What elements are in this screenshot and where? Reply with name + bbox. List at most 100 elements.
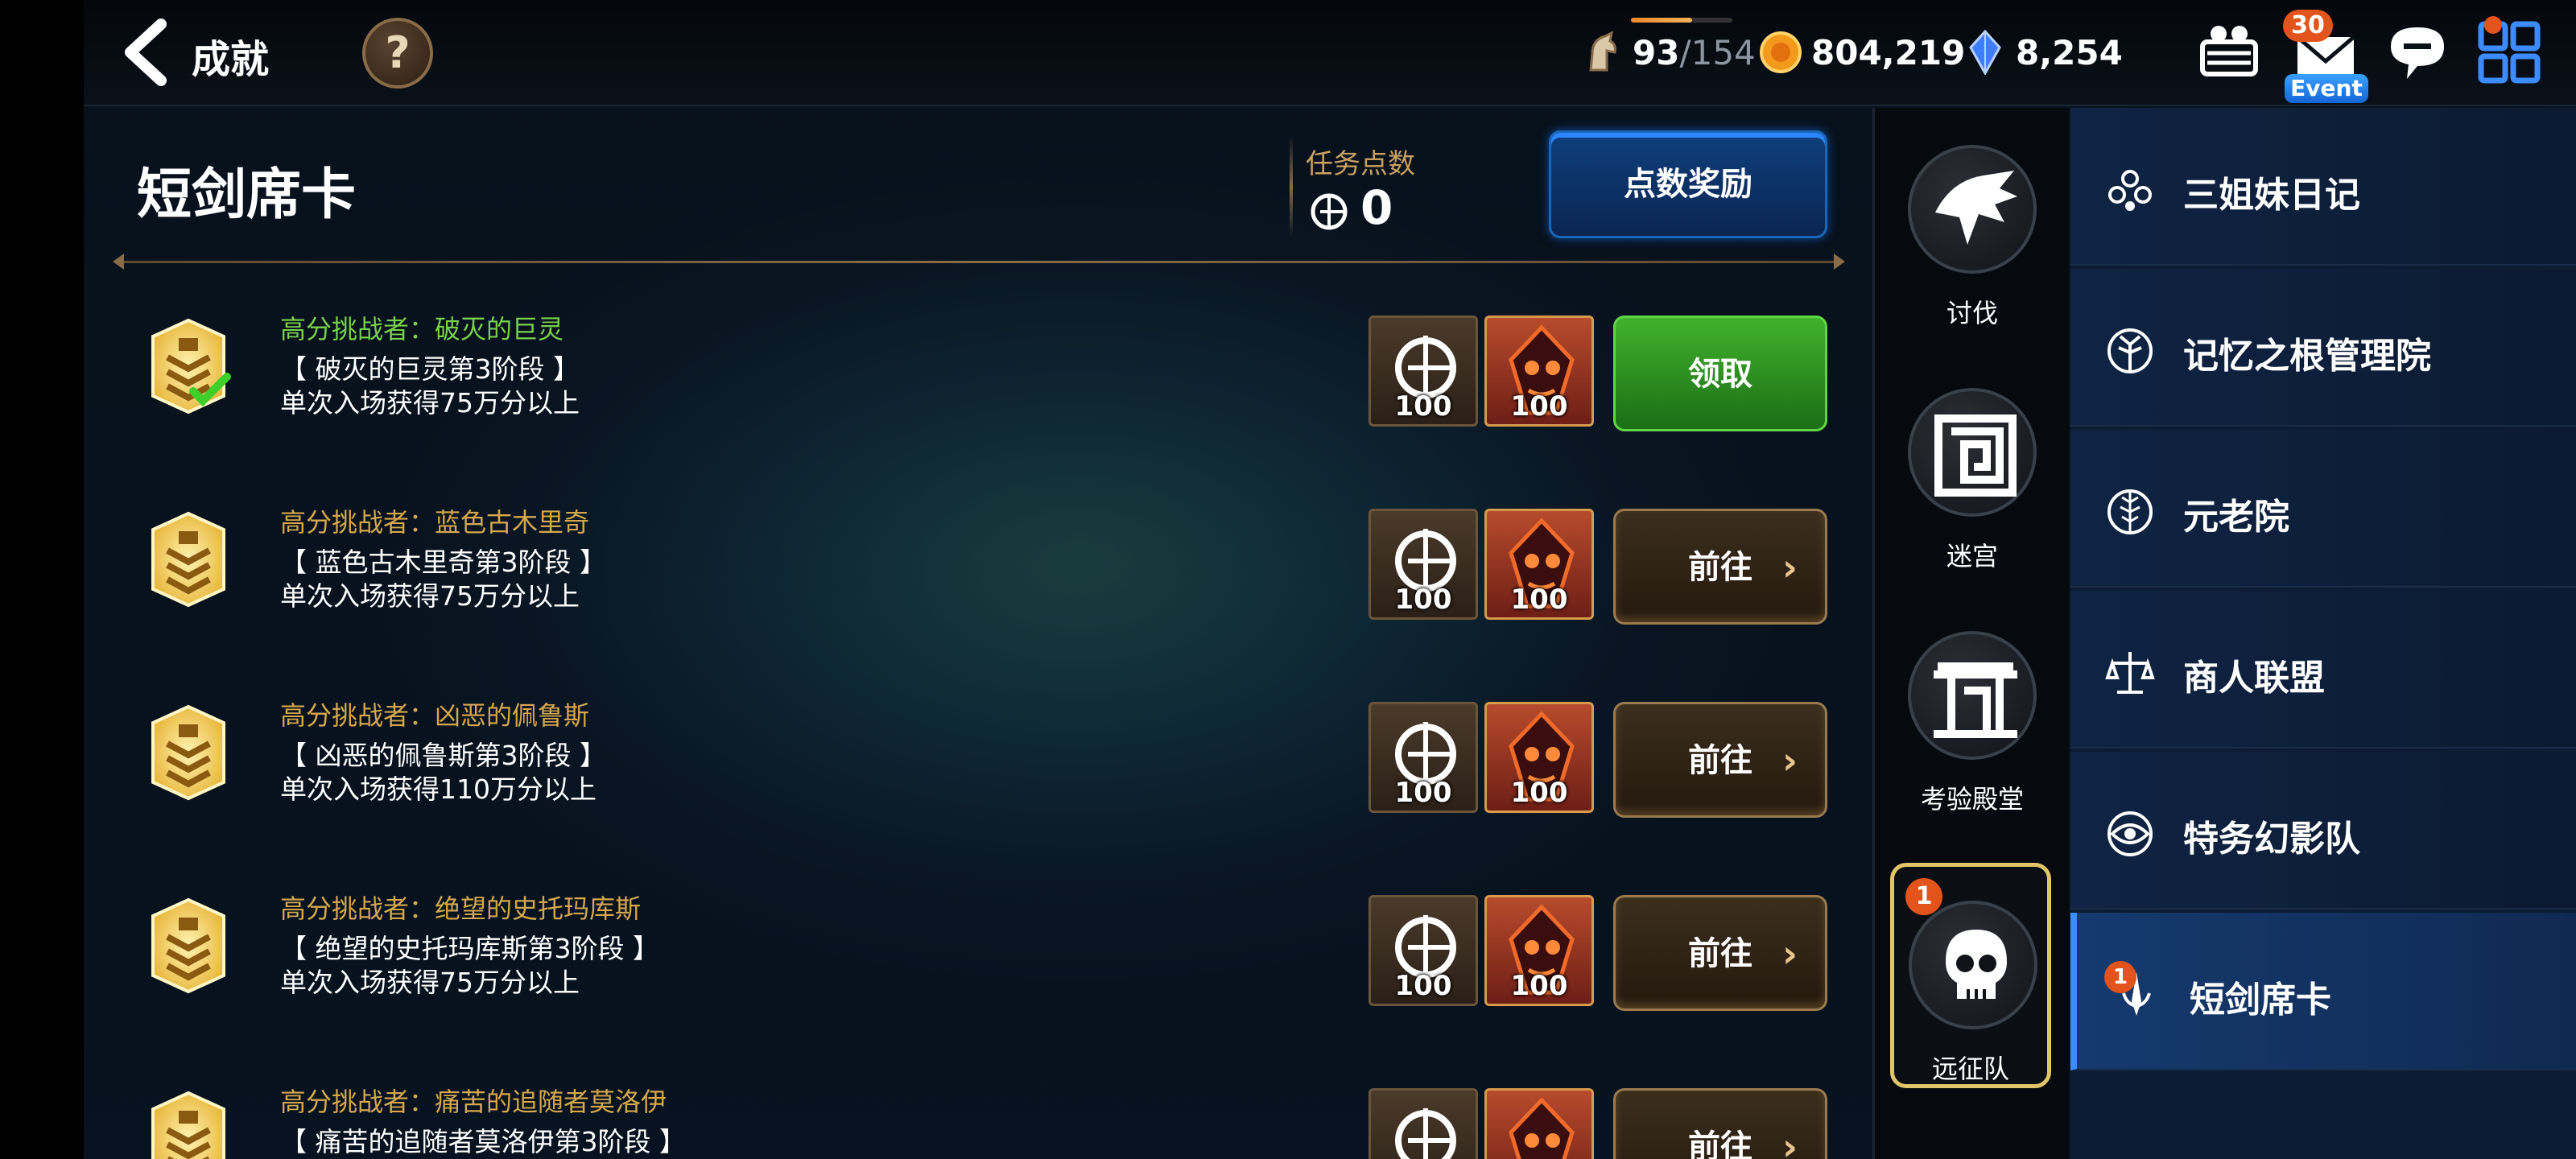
reward-gem-qty: 100: [1510, 390, 1568, 423]
category-badge: 1: [1905, 878, 1942, 915]
go-button[interactable]: 前往 ›: [1613, 509, 1827, 625]
reward-points-qty: 100: [1394, 390, 1452, 423]
reward-gem-item[interactable]: 100: [1484, 702, 1594, 813]
reward-gem-qty: 100: [1510, 777, 1568, 809]
point-icon: [1311, 193, 1348, 230]
reward-gem-qty: 100: [1510, 584, 1568, 616]
rank-badge-icon: [143, 510, 233, 608]
quest-condition: 单次入场获得75万分以上: [280, 580, 580, 612]
sub-category-list: 三姐妹日记 记忆之根管理院 元老院 商人联盟 特务幻影队 短剑席卡 1: [2070, 108, 2576, 1159]
quest-row: 高分挑战者：破灭的巨灵 【 破灭的巨灵第3阶段 】 单次入场获得75万分以上 1…: [121, 293, 1835, 438]
claim-button[interactable]: 领取: [1613, 316, 1827, 431]
category-circle: [1908, 631, 2037, 760]
go-button[interactable]: 前往 ›: [1613, 702, 1827, 818]
friends-icon[interactable]: [2194, 18, 2264, 87]
rank-badge-icon: [143, 703, 233, 802]
crystal-counter[interactable]: 8,254: [1963, 24, 2123, 80]
reward-points-qty: 100: [1394, 584, 1452, 616]
reward-points-item[interactable]: 100: [1368, 702, 1478, 813]
stamina-current: 93: [1633, 32, 1680, 72]
reward-gem-item[interactable]: 100: [1484, 509, 1594, 620]
help-button[interactable]: ?: [362, 18, 433, 89]
quest-row: 高分挑战者：凶恶的佩鲁斯 【 凶恶的佩鲁斯第3阶段 】 单次入场获得110万分以…: [121, 679, 1835, 824]
quest-stage: 【 痛苦的追随者莫洛伊第3阶段 】: [280, 1126, 686, 1157]
chat-icon[interactable]: [2383, 18, 2452, 87]
sub-item[interactable]: 特务幻影队: [2070, 752, 2576, 909]
gold-counter[interactable]: 804,219: [1758, 24, 1965, 80]
reward-gem-item[interactable]: 100: [1484, 895, 1594, 1006]
quest-stage: 【 凶恶的佩鲁斯第3阶段 】: [280, 740, 606, 771]
quest-condition: 单次入场获得110万分以上: [280, 773, 597, 805]
category-circle: [1908, 145, 2037, 274]
go-button[interactable]: 前往 ›: [1613, 1088, 1827, 1159]
action-label: 前往: [1688, 549, 1752, 586]
eye-emblem-icon: [2107, 811, 2153, 856]
reward-points-item[interactable]: 100: [1368, 509, 1478, 620]
game-screen: 成就 ? 93/154 804,219 8,254 30 Event 短剑席卡 …: [0, 0, 2576, 1159]
mail-count-badge: 30: [2283, 10, 2333, 42]
quest-title: 高分挑战者：破灭的巨灵: [280, 314, 564, 344]
tree-emblem-icon: [2107, 328, 2153, 373]
rank-badge-icon: [143, 1090, 233, 1159]
category-dragon[interactable]: 讨伐: [1874, 111, 2070, 336]
sub-item-label: 短剑席卡: [2190, 980, 2331, 1021]
reward-points-item[interactable]: 100: [1368, 1088, 1478, 1159]
quest-row: 高分挑战者：蓝色古木里奇 【 蓝色古木里奇第3阶段 】 单次入场获得75万分以上…: [121, 486, 1835, 631]
scales-icon: [2105, 652, 2155, 694]
quest-condition: 单次入场获得75万分以上: [280, 967, 580, 998]
points-label: 任务点数: [1306, 148, 1415, 180]
reward-points-item[interactable]: 100: [1368, 316, 1478, 427]
stamina-horse-icon: [1589, 31, 1616, 72]
quest-condition: 单次入场获得75万分以上: [280, 387, 580, 419]
reward-points-qty: 100: [1394, 777, 1452, 809]
rank-badge-icon: [143, 897, 233, 995]
reward-gem-qty: 100: [1510, 970, 1568, 1002]
flower-cluster-icon: [2108, 170, 2152, 211]
crystal-icon: [1969, 30, 2001, 75]
points-value: 0: [1360, 180, 1393, 235]
action-label: 前往: [1688, 742, 1752, 779]
sub-item[interactable]: 记忆之根管理院: [2070, 269, 2576, 427]
sub-item-badge: 1: [2104, 961, 2136, 993]
event-tag[interactable]: Event: [2285, 74, 2368, 103]
category-circle: [1909, 901, 2037, 1029]
quest-row: 高分挑战者：绝望的史托玛库斯 【 绝望的史托玛库斯第3阶段 】 单次入场获得75…: [121, 872, 1835, 1017]
sub-item[interactable]: 三姐妹日记: [2070, 108, 2576, 266]
quest-stage: 【 蓝色古木里奇第3阶段 】: [280, 547, 606, 578]
reward-gem-item[interactable]: 100: [1484, 316, 1594, 427]
left-black-strip: [0, 0, 84, 1159]
action-label: 前往: [1688, 935, 1752, 972]
rank-badge-icon: [143, 317, 233, 415]
category-temple[interactable]: 考验殿堂: [1874, 597, 2070, 823]
points-reward-button[interactable]: 点数奖励: [1549, 130, 1827, 238]
quest-row: 高分挑战者：痛苦的追随者莫洛伊 【 痛苦的追随者莫洛伊第3阶段 】 100 10…: [121, 1066, 1835, 1159]
sub-item-label: 商人联盟: [2183, 658, 2325, 699]
points-divider: [1290, 135, 1293, 238]
action-label: 前往: [1688, 1128, 1752, 1159]
quest-title: 高分挑战者：凶恶的佩鲁斯: [280, 700, 590, 731]
sub-item-label: 元老院: [2183, 497, 2289, 538]
chevron-right-icon: ›: [1782, 932, 1798, 975]
stamina-counter[interactable]: 93/154: [1579, 24, 1756, 80]
back-arrow-icon[interactable]: [116, 18, 180, 87]
menu-notification-dot: [2484, 16, 2502, 34]
temple-icon: [1934, 662, 2017, 738]
quest-title: 高分挑战者：蓝色古木里奇: [280, 507, 590, 538]
chevron-right-icon: ›: [1782, 739, 1798, 782]
sub-item-label: 特务幻影队: [2183, 819, 2360, 860]
category-skull[interactable]: 远征队 1: [1890, 863, 2051, 1088]
sub-item[interactable]: 商人联盟: [2070, 591, 2576, 749]
reward-points-item[interactable]: 100: [1368, 895, 1478, 1006]
category-label: 远征队: [1931, 1054, 2009, 1084]
page-title: 成就: [192, 37, 270, 82]
sub-item[interactable]: 短剑席卡 1: [2070, 913, 2576, 1070]
sub-item-label: 三姐妹日记: [2183, 175, 2360, 216]
stamina-max: /154: [1679, 32, 1756, 72]
stamina-bar: [1631, 18, 1732, 23]
go-button[interactable]: 前往 ›: [1613, 895, 1827, 1011]
reward-gem-item[interactable]: 100: [1484, 1088, 1594, 1159]
sub-item[interactable]: 元老院: [2070, 430, 2576, 588]
category-maze[interactable]: 迷宫: [1874, 354, 2070, 580]
skull-icon: [1946, 930, 2007, 999]
category-label: 考验殿堂: [1920, 784, 2024, 815]
